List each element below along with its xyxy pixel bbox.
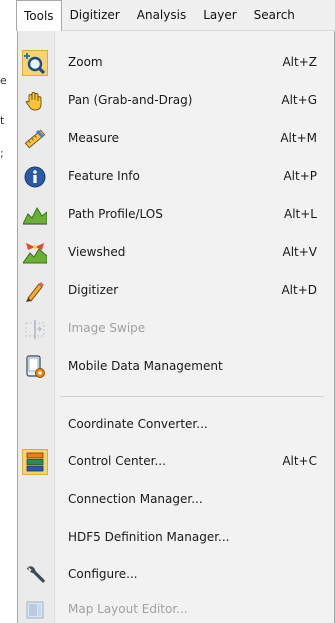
image-swipe-icon [22, 316, 48, 342]
menu-bar: Tools Digitizer Analysis Layer Search [16, 0, 335, 31]
menu-item-label: Digitizer [68, 283, 119, 297]
menu-item-label: HDF5 Definition Manager... [68, 530, 230, 544]
menu-item-viewshed[interactable]: Viewshed Alt+V [18, 236, 334, 269]
menu-item-configure[interactable]: Configure... [18, 558, 334, 591]
menu-item-digitizer[interactable]: Digitizer Alt+D [18, 274, 334, 307]
menu-item-image-swipe[interactable]: Image Swipe [18, 312, 334, 345]
menu-item-label: Map Layout Editor... [68, 602, 188, 616]
menu-item-label: Configure... [68, 567, 138, 581]
mobile-data-icon [22, 354, 48, 380]
info-icon [22, 164, 48, 190]
background-fragment: t [0, 114, 5, 127]
menu-layer[interactable]: Layer [195, 0, 245, 31]
menu-item-label: Connection Manager... [68, 492, 203, 506]
menu-item-shortcut: Alt+Z [282, 55, 317, 69]
menu-item-control-center[interactable]: Control Center... Alt+C [18, 445, 334, 478]
menu-item-label: Feature Info [68, 169, 140, 183]
pencil-icon [22, 278, 48, 304]
menu-item-shortcut: Alt+C [282, 454, 317, 468]
menu-item-label: Coordinate Converter... [68, 417, 208, 431]
path-profile-icon [22, 202, 48, 228]
menu-item-shortcut: Alt+D [281, 283, 317, 297]
menu-item-hdf5-definition-manager[interactable]: HDF5 Definition Manager... [18, 521, 334, 554]
background-fragment: e [0, 74, 7, 87]
wrench-icon [22, 562, 48, 588]
menu-item-label: Pan (Grab-and-Drag) [68, 93, 193, 107]
menu-item-shortcut: Alt+M [280, 131, 317, 145]
menu-item-pan[interactable]: Pan (Grab-and-Drag) Alt+G [18, 84, 334, 117]
menu-search[interactable]: Search [246, 0, 304, 31]
menu-item-shortcut: Alt+V [282, 245, 317, 259]
menu-item-map-layout-editor[interactable]: Map Layout Editor... [18, 593, 334, 623]
menu-item-connection-manager[interactable]: Connection Manager... [18, 483, 334, 516]
menu-analysis[interactable]: Analysis [129, 0, 195, 31]
menu-item-label: Path Profile/LOS [68, 207, 163, 221]
background-fragment: ; [0, 147, 4, 160]
viewshed-icon [22, 240, 48, 266]
menu-digitizer[interactable]: Digitizer [62, 0, 129, 31]
menu-item-label: Control Center... [68, 454, 166, 468]
menu-item-label: Image Swipe [68, 321, 146, 335]
menu-item-measure[interactable]: Measure Alt+M [18, 122, 334, 155]
control-center-icon [22, 449, 48, 475]
menu-item-shortcut: Alt+P [283, 169, 317, 183]
menu-tools[interactable]: Tools [16, 0, 62, 31]
zoom-icon [22, 50, 48, 76]
menu-item-label: Viewshed [68, 245, 126, 259]
menu-item-path-profile[interactable]: Path Profile/LOS Alt+L [18, 198, 334, 231]
ruler-icon [22, 126, 48, 152]
map-layout-icon [22, 597, 48, 623]
menu-item-label: Zoom [68, 55, 103, 69]
menu-item-shortcut: Alt+G [281, 93, 317, 107]
menu-item-label: Mobile Data Management [68, 359, 223, 373]
menu-item-coordinate-converter[interactable]: Coordinate Converter... [18, 408, 334, 441]
menu-item-shortcut: Alt+L [284, 207, 317, 221]
menu-separator [60, 396, 324, 397]
menu-item-label: Measure [68, 131, 119, 145]
menu-item-mobile-data[interactable]: Mobile Data Management [18, 350, 334, 383]
hand-pan-icon [22, 88, 48, 114]
tools-dropdown-menu: Zoom Alt+Z Pan (Grab-and-Drag) Alt+G Mea… [17, 31, 335, 623]
menu-item-zoom[interactable]: Zoom Alt+Z [18, 46, 334, 79]
menu-item-feature-info[interactable]: Feature Info Alt+P [18, 160, 334, 193]
